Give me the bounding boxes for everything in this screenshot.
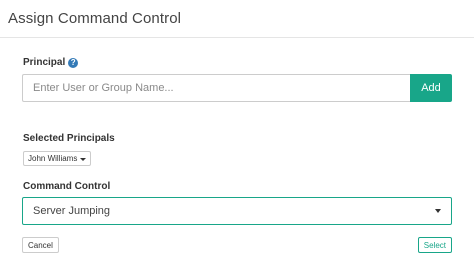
selected-principal-name: John Williams xyxy=(28,154,78,163)
assign-command-control-dialog: Assign Command Control Principal ? Add S… xyxy=(0,0,474,276)
selected-principals-label: Selected Principals xyxy=(23,133,115,144)
question-circle-icon[interactable]: ? xyxy=(68,57,79,68)
command-control-select[interactable]: Server Jumping xyxy=(22,197,452,225)
principal-input-group: Add xyxy=(22,74,452,102)
command-control-label: Command Control xyxy=(23,181,111,192)
cancel-button[interactable]: Cancel xyxy=(22,237,59,253)
add-principal-button[interactable]: Add xyxy=(410,74,452,102)
chevron-down-icon xyxy=(435,209,441,213)
selected-principal-dropdown[interactable]: John Williams xyxy=(23,151,92,166)
caret-down-icon xyxy=(80,157,87,161)
command-control-selected-value: Server Jumping xyxy=(33,205,111,217)
principal-label: Principal xyxy=(23,57,66,68)
dialog-title: Assign Command Control xyxy=(8,10,182,27)
principal-search-input[interactable] xyxy=(22,74,410,102)
dialog-header: Assign Command Control xyxy=(0,0,474,38)
principal-label-row: Principal ? xyxy=(23,57,79,68)
select-button[interactable]: Select xyxy=(417,237,452,253)
